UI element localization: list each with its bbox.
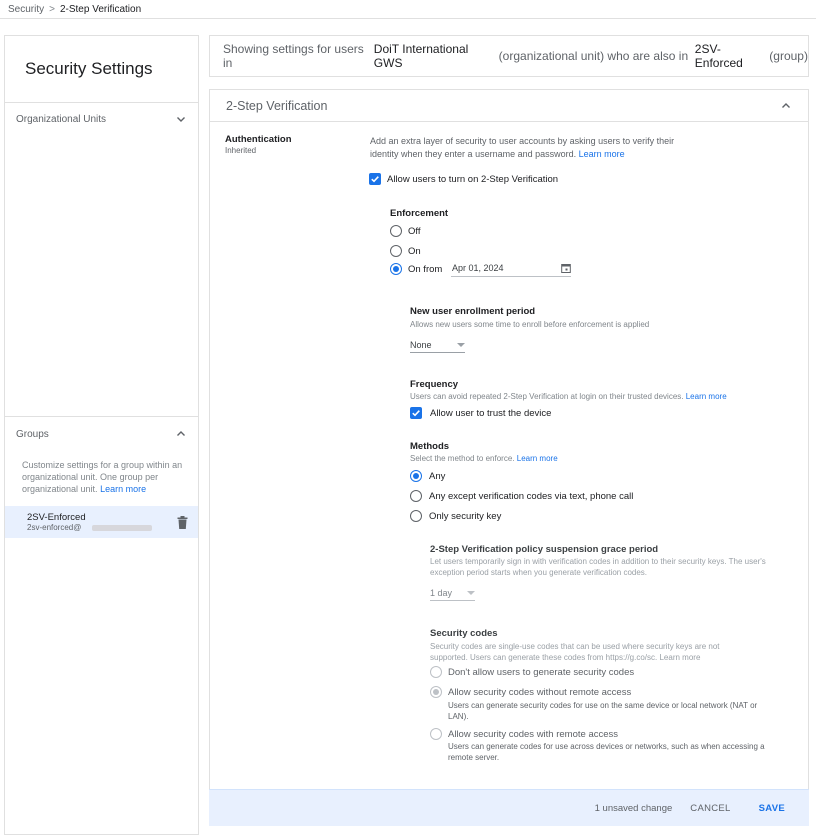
authentication-label: Authentication [225, 134, 292, 145]
codes-without-remote-radio[interactable]: Allow security codes without remote acce… [430, 686, 631, 698]
radio-off-icon[interactable] [430, 666, 442, 678]
radio-selected-icon[interactable] [390, 263, 402, 275]
codes-with-remote-description: Users can generate codes for use across … [448, 742, 765, 762]
enrollment-description: Allows new users some time to enroll bef… [410, 320, 650, 329]
breadcrumb-parent[interactable]: Security [8, 4, 44, 15]
radio-off-icon[interactable] [410, 510, 422, 522]
cancel-button[interactable]: CANCEL [690, 803, 730, 814]
sidebar-title: Security Settings [5, 36, 198, 103]
frequency-learn-more-link[interactable]: Learn more [686, 392, 727, 401]
calendar-icon[interactable] [561, 263, 571, 273]
radio-off-icon[interactable] [390, 225, 402, 237]
enrollment-period-select[interactable]: None [410, 337, 465, 353]
save-button[interactable]: SAVE [759, 803, 785, 814]
chevron-up-icon[interactable] [780, 100, 792, 112]
enforcement-off-radio[interactable]: Off [390, 225, 421, 237]
trust-device-label: Allow user to trust the device [430, 407, 552, 419]
grace-period-value: 1 day [430, 587, 453, 598]
radio-selected-icon[interactable] [410, 470, 422, 482]
enrollment-period-value: None [410, 339, 432, 350]
group-email: 2sv-enforced@ [27, 523, 82, 532]
group-name: 2SV-Enforced [27, 512, 86, 523]
radio-off-icon[interactable] [430, 728, 442, 740]
sidebar: Security Settings Organizational Units G… [4, 35, 199, 835]
enforcement-date-field[interactable]: Apr 01, 2024 [451, 259, 571, 277]
grace-period-select[interactable]: 1 day [430, 585, 475, 601]
radio-selected-disabled-icon[interactable] [430, 686, 442, 698]
grace-period-description: Let users temporarily sign in with verif… [430, 557, 766, 577]
authentication-description: Add an extra layer of security to user a… [370, 136, 675, 159]
breadcrumb: Security > 2-Step Verification [8, 0, 141, 18]
checkbox-checked-icon[interactable] [410, 407, 422, 419]
dropdown-arrow-icon [467, 590, 475, 595]
methods-title: Methods [410, 441, 450, 452]
org-units-header[interactable]: Organizational Units [5, 103, 198, 135]
chevron-right-icon: > [49, 3, 55, 15]
methods-any-radio[interactable]: Any [410, 470, 445, 482]
learn-more-link[interactable]: Learn more [579, 149, 625, 159]
save-bar: 1 unsaved change CANCEL SAVE [209, 789, 809, 826]
group-item[interactable]: 2SV-Enforced 2sv-enforced@ [5, 506, 198, 538]
org-units-label: Organizational Units [16, 113, 107, 125]
grace-period-title: 2-Step Verification policy suspension gr… [430, 544, 659, 555]
unsaved-changes-text: 1 unsaved change [594, 802, 673, 814]
chevron-down-icon [177, 117, 185, 122]
radio-off-icon[interactable] [410, 490, 422, 502]
inherited-label: Inherited [225, 146, 257, 155]
allow-2sv-label: Allow users to turn on 2-Step Verificati… [387, 173, 559, 185]
groups-description: Customize settings for a group within an… [22, 460, 183, 494]
banner-org: DoiT International GWS [373, 42, 469, 70]
methods-description: Select the method to enforce. Learn more [410, 454, 558, 463]
methods-only-key-radio[interactable]: Only security key [410, 510, 501, 522]
breadcrumb-current: 2-Step Verification [59, 3, 142, 15]
context-banner: Showing settings for users in DoiT Inter… [209, 35, 809, 77]
allow-2sv-checkbox-row[interactable]: Allow users to turn on 2-Step Verificati… [369, 173, 558, 185]
panel-title: 2-Step Verification [226, 98, 328, 113]
enforcement-on-from-radio[interactable]: On from [390, 263, 442, 275]
frequency-description: Users can avoid repeated 2-Step Verifica… [410, 392, 727, 401]
enforcement-on-radio[interactable]: On [390, 245, 421, 257]
methods-learn-more-link[interactable]: Learn more [517, 454, 558, 463]
dropdown-arrow-icon [457, 342, 465, 347]
security-codes-url[interactable]: https://g.co/sc [606, 653, 655, 662]
groups-label: Groups [16, 428, 49, 440]
panel-header[interactable]: 2-Step Verification [210, 90, 808, 122]
groups-learn-more-link[interactable]: Learn more [100, 484, 146, 494]
checkbox-checked-icon[interactable] [369, 173, 381, 185]
radio-off-icon[interactable] [390, 245, 402, 257]
chevron-up-icon [177, 431, 185, 436]
org-units-section: Organizational Units [5, 103, 198, 417]
security-codes-description: Security codes are single-use codes that… [430, 642, 720, 662]
banner-group: 2SV-Enforced [694, 42, 743, 70]
groups-header[interactable]: Groups [5, 418, 198, 450]
codes-dont-allow-radio[interactable]: Don't allow users to generate security c… [430, 666, 634, 678]
methods-any-except-radio[interactable]: Any except verification codes via text, … [410, 490, 633, 502]
frequency-title: Frequency [410, 379, 459, 390]
enrollment-title: New user enrollment period [410, 306, 536, 317]
settings-panel: 2-Step Verification Authentication Inher… [209, 89, 809, 826]
security-codes-learn-more-link[interactable]: Learn more [659, 653, 700, 662]
redacted-email-blur [92, 525, 152, 531]
security-codes-title: Security codes [430, 628, 498, 639]
trash-icon[interactable] [177, 516, 188, 529]
codes-without-remote-description: Users can generate security codes for us… [448, 701, 758, 721]
enforcement-date-value: Apr 01, 2024 [452, 262, 504, 273]
header-divider [0, 18, 816, 19]
trust-device-checkbox-row[interactable]: Allow user to trust the device [410, 407, 551, 419]
codes-with-remote-radio[interactable]: Allow security codes with remote access [430, 728, 618, 740]
enforcement-title: Enforcement [390, 208, 449, 219]
